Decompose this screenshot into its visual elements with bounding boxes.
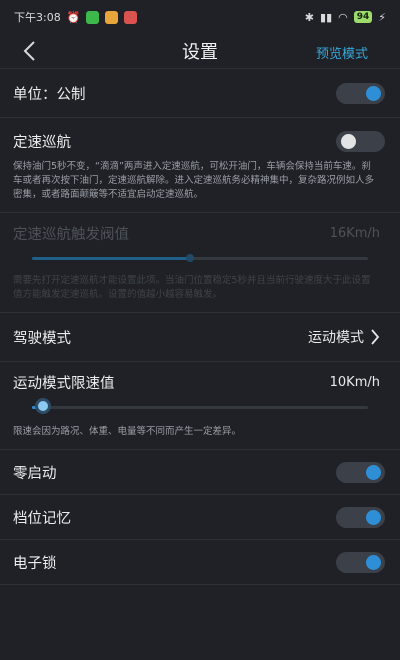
sport-limit-section: 运动模式限速值 10Km/h 限速会因为路况、体重、电量等不同而产生一定差异。 <box>0 362 400 450</box>
unit-label: 单位：公制 <box>13 86 86 103</box>
unit-toggle[interactable] <box>336 82 385 104</box>
battery-indicator: 94 <box>353 11 373 23</box>
cruise-threshold-description: 需要先打开定速巡航才能设置此项。当油门位置稳定5秒并且当前行驶速度大于此设置值方… <box>13 275 371 300</box>
clock: 下午3:08 <box>14 11 61 24</box>
charging-icon: ⚡ <box>378 10 386 24</box>
app-notification-icon <box>105 10 119 24</box>
page-header: 设置 预览模式 <box>0 34 400 69</box>
drive-mode-value: 运动模式 <box>308 330 364 346</box>
alarm-icon: ⏰ <box>66 10 81 24</box>
sport-limit-value: 10Km/h <box>329 374 380 390</box>
cruise-threshold-label: 定速巡航触发阀值 <box>13 226 129 243</box>
signal-icon: ▮▮ <box>320 10 333 24</box>
cruise-label: 定速巡航 <box>13 134 71 151</box>
gear-memory-toggle[interactable] <box>336 506 385 528</box>
preview-mode-link[interactable]: 预览模式 <box>316 43 368 62</box>
e-lock-label: 电子锁 <box>13 555 57 572</box>
slider-thumb[interactable] <box>185 254 194 262</box>
page-title: 设置 <box>182 42 218 63</box>
cruise-threshold-section: 定速巡航触发阀值 16Km/h 需要先打开定速巡航才能设置此项。当油门位置稳定5… <box>0 213 400 313</box>
app-notification-icon <box>124 10 138 24</box>
gear-memory-label: 档位记忆 <box>13 510 71 527</box>
back-button[interactable] <box>14 36 44 66</box>
app-notification-icon <box>86 10 100 24</box>
status-bar: 下午3:08 ⏰ ✱ ▮▮ ◠ 94 ⚡ <box>0 0 400 34</box>
zero-start-section: 零启动 <box>0 450 400 495</box>
e-lock-section: 电子锁 <box>0 540 400 585</box>
status-left: 下午3:08 ⏰ <box>14 9 138 25</box>
cruise-threshold-slider[interactable] <box>32 254 368 262</box>
zero-start-label: 零启动 <box>13 465 57 482</box>
wifi-icon: ◠ <box>338 10 348 24</box>
zero-start-toggle[interactable] <box>336 461 385 483</box>
status-right: ✱ ▮▮ ◠ 94 ⚡ <box>305 11 386 24</box>
drive-mode-section[interactable]: 驾驶模式 运动模式 <box>0 313 400 362</box>
sport-limit-label: 运动模式限速值 <box>13 375 115 392</box>
bluetooth-icon: ✱ <box>304 10 315 24</box>
chevron-left-icon <box>23 41 35 61</box>
slider-thumb[interactable] <box>35 398 52 414</box>
drive-mode-selector[interactable]: 运动模式 <box>308 327 380 347</box>
cruise-threshold-value: 16Km/h <box>329 225 380 241</box>
drive-mode-label: 驾驶模式 <box>13 330 71 347</box>
chevron-right-icon <box>371 329 380 345</box>
cruise-toggle[interactable] <box>336 130 385 152</box>
gear-memory-section: 档位记忆 <box>0 495 400 540</box>
unit-section: 单位：公制 <box>0 69 400 118</box>
e-lock-toggle[interactable] <box>336 551 385 573</box>
cruise-section: 定速巡航 保持油门5秒不变，“滴滴”两声进入定速巡航，可松开油门，车辆会保持当前… <box>0 118 400 213</box>
sport-limit-slider[interactable] <box>32 398 368 414</box>
cruise-description: 保持油门5秒不变，“滴滴”两声进入定速巡航，可松开油门，车辆会保持当前车速。刹车… <box>13 161 375 200</box>
